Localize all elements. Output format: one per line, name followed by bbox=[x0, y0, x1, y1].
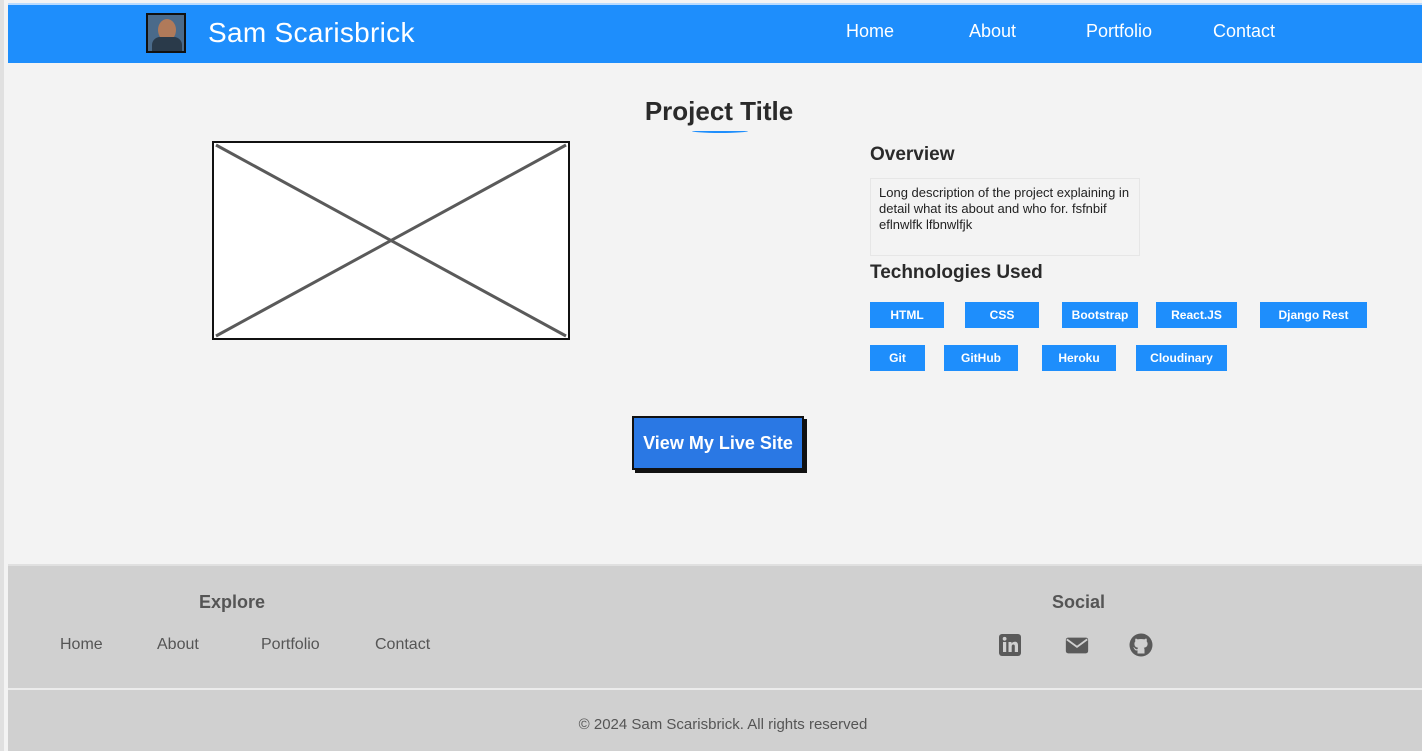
tech-tag-cloudinary: Cloudinary bbox=[1136, 345, 1227, 371]
copyright-text: © 2024 Sam Scarisbrick. All rights reser… bbox=[578, 716, 868, 733]
title-underline bbox=[692, 129, 748, 133]
nav-about-link[interactable]: About bbox=[969, 21, 1016, 42]
github-icon[interactable] bbox=[1128, 632, 1154, 658]
nav-contact-link[interactable]: Contact bbox=[1213, 21, 1275, 42]
tech-tag-heroku: Heroku bbox=[1042, 345, 1116, 371]
site-footer: Explore Home About Portfolio Contact Soc… bbox=[8, 564, 1422, 688]
tech-tag-github: GitHub bbox=[944, 345, 1018, 371]
nav-portfolio-link[interactable]: Portfolio bbox=[1086, 21, 1152, 42]
tech-tag-django-rest: Django Rest bbox=[1260, 302, 1367, 328]
page-title: Project Title bbox=[644, 96, 794, 126]
overview-heading: Overview bbox=[870, 144, 955, 165]
social-heading: Social bbox=[1052, 592, 1106, 612]
tech-tag-css: CSS bbox=[965, 302, 1039, 328]
explore-heading: Explore bbox=[199, 592, 266, 612]
project-image-placeholder bbox=[212, 141, 570, 340]
footer-portfolio-link[interactable]: Portfolio bbox=[261, 636, 320, 654]
overview-text: Long description of the project explaini… bbox=[870, 178, 1140, 256]
footer-contact-link[interactable]: Contact bbox=[375, 636, 430, 654]
tech-tag-git: Git bbox=[870, 345, 925, 371]
image-placeholder-cross bbox=[215, 143, 567, 338]
nav-home-link[interactable]: Home bbox=[846, 21, 894, 42]
linkedin-icon[interactable] bbox=[997, 632, 1023, 658]
technologies-heading: Technologies Used bbox=[870, 262, 1043, 283]
footer-home-link[interactable]: Home bbox=[60, 636, 103, 654]
avatar[interactable] bbox=[146, 13, 186, 53]
tech-tag-reactjs: React.JS bbox=[1156, 302, 1237, 328]
copyright-bar: © 2024 Sam Scarisbrick. All rights reser… bbox=[8, 688, 1422, 751]
site-header: Sam Scarisbrick Home About Portfolio Con… bbox=[8, 3, 1422, 63]
avatar-body bbox=[152, 37, 182, 51]
site-brand[interactable]: Sam Scarisbrick bbox=[208, 17, 415, 49]
envelope-icon[interactable] bbox=[1064, 632, 1090, 658]
view-live-site-button[interactable]: View My Live Site bbox=[632, 416, 804, 470]
tech-tag-html: HTML bbox=[870, 302, 944, 328]
tech-tag-bootstrap: Bootstrap bbox=[1062, 302, 1138, 328]
footer-about-link[interactable]: About bbox=[157, 636, 199, 654]
